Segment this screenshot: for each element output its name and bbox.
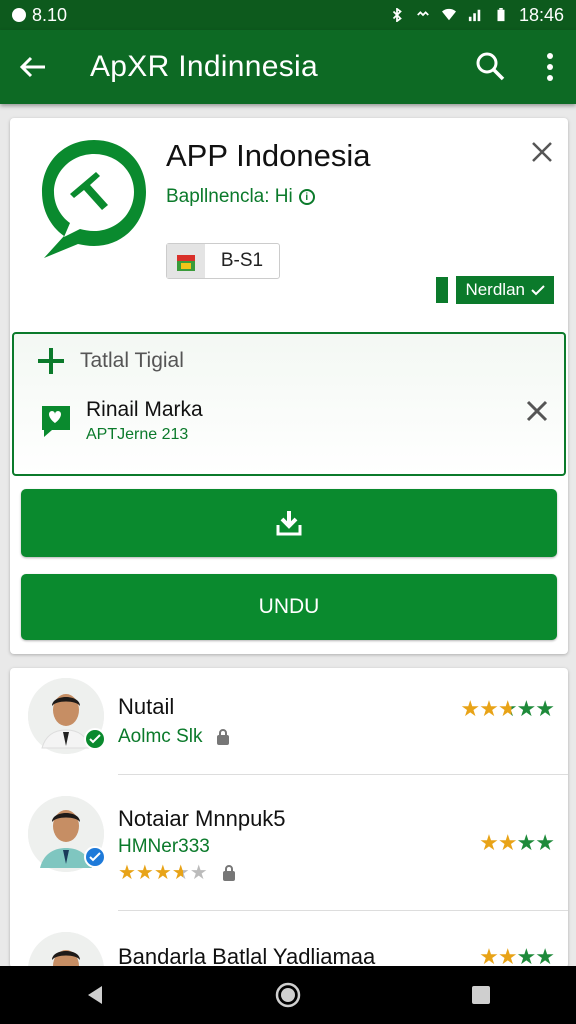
nav-back-icon[interactable]: [84, 984, 106, 1006]
reviewer-name: Notaiar Mnnpuk5: [118, 806, 286, 831]
verified-check-icon: [84, 728, 106, 750]
info-icon: i: [298, 189, 315, 205]
app-subtitle-text: Bapllnencla: Hi: [166, 186, 293, 207]
verified-label: Nerdlan: [465, 280, 525, 299]
app-bar: ApXR Indinnesia: [0, 30, 576, 104]
review-item[interactable]: Notaiar Mnnpuk5 HMNer333 ★★★★★ ★★★★: [10, 786, 568, 911]
row-divider: [118, 910, 568, 911]
reviewer-star-row: ★★★★★: [118, 860, 236, 885]
reviewer-name: Bandarla Batlal Yadliamaa: [118, 944, 376, 968]
download-button[interactable]: [21, 489, 557, 557]
arrow-left-icon: [19, 56, 45, 78]
trial-section: Tatlal Tigial Rinail Marka APTJerne 213: [12, 332, 566, 476]
verified-marker: [436, 277, 449, 303]
more-vert-icon: [547, 53, 553, 59]
close-icon[interactable]: [524, 398, 550, 424]
person-avatar-icon: [28, 932, 104, 968]
rating-stars-text: ★★★★★: [460, 696, 555, 721]
app-name: APP Indonesia: [166, 138, 371, 173]
verified-row: Nerdlan: [436, 276, 554, 304]
system-nav-bar: [0, 966, 576, 1024]
reviewer-name: Nutail: [118, 694, 175, 719]
status-time-left: 8.10: [32, 4, 68, 25]
reviewer-subtitle: HMNer333: [118, 836, 210, 857]
review-item[interactable]: Bandarla Batlal Yadliamaa ★★★★: [10, 922, 568, 968]
rating-stars: ★★★★: [479, 830, 555, 856]
rating-stars: ★★★★★: [460, 696, 555, 722]
avatar: [28, 678, 106, 754]
check-icon: [531, 285, 545, 296]
app-bar-title: ApXR Indinnesia: [90, 50, 318, 83]
wifi-icon: [441, 8, 456, 21]
vibrate-icon: [417, 11, 429, 17]
trial-item-name: Rinail Marka: [86, 398, 203, 421]
verified-button[interactable]: Nerdlan: [456, 276, 554, 304]
rating-stars-text: ★★★★: [479, 830, 555, 855]
back-button[interactable]: [0, 30, 66, 104]
status-clock: 18:46: [518, 4, 564, 25]
reviewer-stars-text: ★★★★★: [118, 862, 208, 884]
app-logo-icon: [42, 140, 146, 258]
trial-item-subtitle: APTJerne 213: [86, 426, 189, 443]
age-rating-label: B-S1: [220, 250, 264, 271]
more-options-button[interactable]: [536, 48, 564, 86]
trial-header[interactable]: Tatlal Tigial: [38, 348, 184, 374]
search-button[interactable]: [472, 48, 510, 86]
reviews-card: Nutail Aolmc Slk ★★★★★ Notaiar Mnnpuk5 H…: [10, 668, 568, 968]
verified-icon: [84, 846, 106, 868]
review-item[interactable]: Nutail Aolmc Slk ★★★★★: [10, 668, 568, 788]
signal-icon: [468, 9, 481, 22]
search-icon: [476, 52, 505, 81]
app-detail-card: APP Indonesia Bapllnencla: Hi i B-S1 Ner…: [10, 118, 568, 654]
notification-dot-icon: [12, 8, 26, 22]
reviewer-subtitle-text: Aolmc Slk: [118, 726, 203, 747]
download-icon: [276, 511, 302, 536]
status-bar: 8.10 18:46: [0, 0, 576, 30]
content-rating-icon: [167, 244, 205, 278]
bluetooth-icon: [392, 8, 402, 22]
rating-stars-text: ★★★★: [479, 944, 555, 968]
avatar: [28, 796, 106, 872]
row-divider: [118, 774, 568, 775]
undu-button[interactable]: UNDU: [21, 574, 557, 640]
lock-icon: [217, 729, 230, 745]
nav-home-icon[interactable]: [275, 982, 301, 1008]
avatar: [28, 932, 104, 968]
age-rating-chip: B-S1: [166, 243, 280, 279]
trial-title: Tatlal Tigial: [80, 349, 184, 372]
plus-icon: [38, 348, 64, 374]
app-developer[interactable]: Bapllnencla: Hi i: [166, 186, 315, 208]
reviewer-subtitle: Aolmc Slk: [118, 726, 230, 748]
battery-icon: [497, 8, 505, 22]
lock-icon: [222, 864, 235, 881]
close-icon[interactable]: [530, 140, 554, 164]
chat-app-icon: [42, 406, 70, 437]
rating-stars: ★★★★: [479, 944, 555, 968]
nav-recents-icon[interactable]: [470, 984, 492, 1006]
